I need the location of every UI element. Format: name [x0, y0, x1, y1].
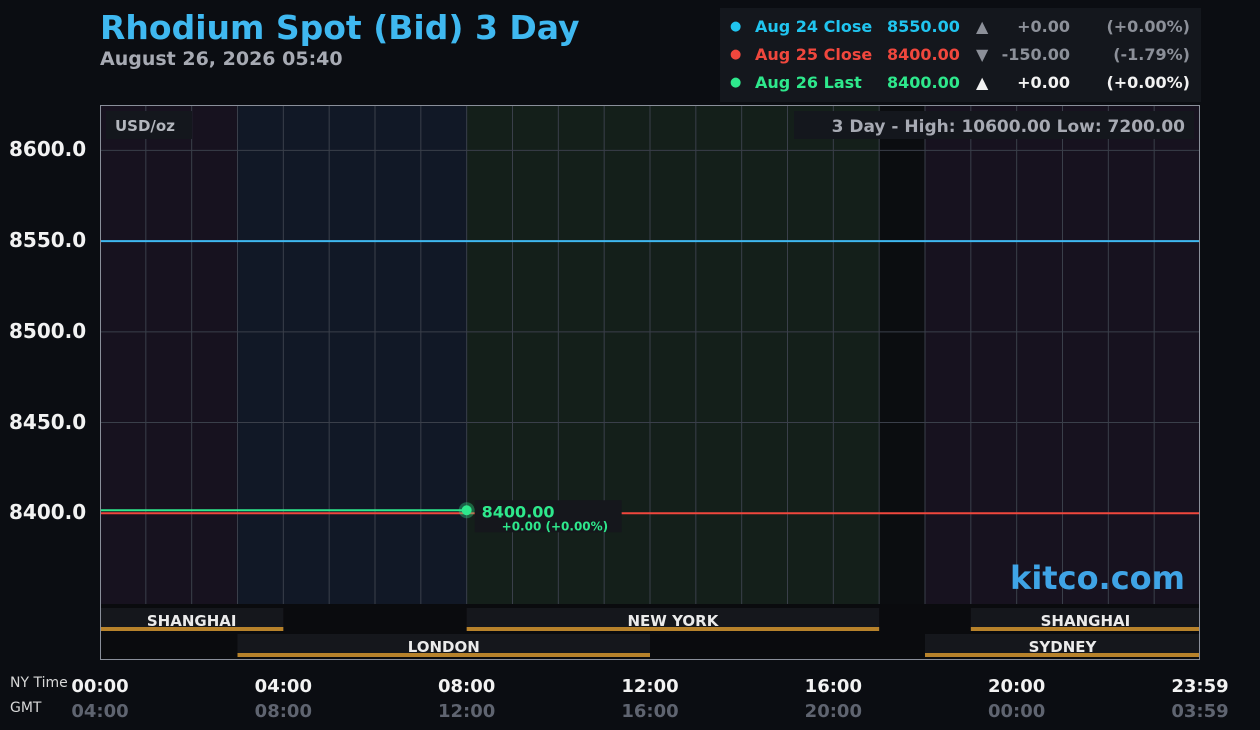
gmt-label: GMT: [10, 700, 42, 716]
y-tick-label: 8550.0: [9, 228, 87, 253]
last-price-change: +0.00 (+0.00%): [502, 519, 608, 533]
session-label: SHANGHAI: [147, 612, 237, 630]
x-tick-label-gmt: 08:00: [254, 701, 312, 722]
price-chart: SHANGHAI NEW YORK SHANGHAI LONDON SYDNEY USD/…: [100, 105, 1200, 660]
y-tick-label: 8450.0: [9, 409, 87, 434]
watermark: kitco.com: [1010, 559, 1185, 597]
session-shading: [879, 105, 925, 604]
x-tick-label-ny: 00:00: [71, 676, 129, 697]
session-label: NEW YORK: [628, 612, 720, 630]
session-label: SYDNEY: [1029, 638, 1098, 656]
x-tick-label-ny: 12:00: [621, 676, 679, 697]
x-tick-label-gmt: 16:00: [621, 701, 679, 722]
x-tick-label-ny: 23:59: [1171, 676, 1229, 697]
range-text: 3 Day - High: 10600.00 Low: 7200.00: [832, 117, 1186, 137]
x-tick-label-gmt: 03:59: [1171, 701, 1229, 722]
session-label: LONDON: [408, 638, 480, 656]
ny-time-label: NY Time: [10, 675, 68, 691]
x-tick-label-ny: 20:00: [988, 676, 1046, 697]
last-point-marker: [461, 505, 472, 516]
x-tick-label-ny: 04:00: [254, 676, 312, 697]
session-shading: [237, 105, 467, 604]
session-shading: [100, 105, 238, 604]
y-tick-label: 8600.0: [9, 137, 87, 162]
x-tick-label-ny: 08:00: [438, 676, 496, 697]
x-tick-label-gmt: 20:00: [804, 701, 862, 722]
unit-label: USD/oz: [115, 117, 175, 135]
y-tick-label: 8400.0: [9, 500, 87, 525]
y-tick-label: 8500.0: [9, 318, 87, 343]
session-label: SHANGHAI: [1041, 612, 1131, 630]
x-tick-label-gmt: 00:00: [988, 701, 1046, 722]
x-tick-label-gmt: 04:00: [71, 701, 129, 722]
x-tick-label-ny: 16:00: [804, 676, 862, 697]
x-tick-label-gmt: 12:00: [438, 701, 496, 722]
